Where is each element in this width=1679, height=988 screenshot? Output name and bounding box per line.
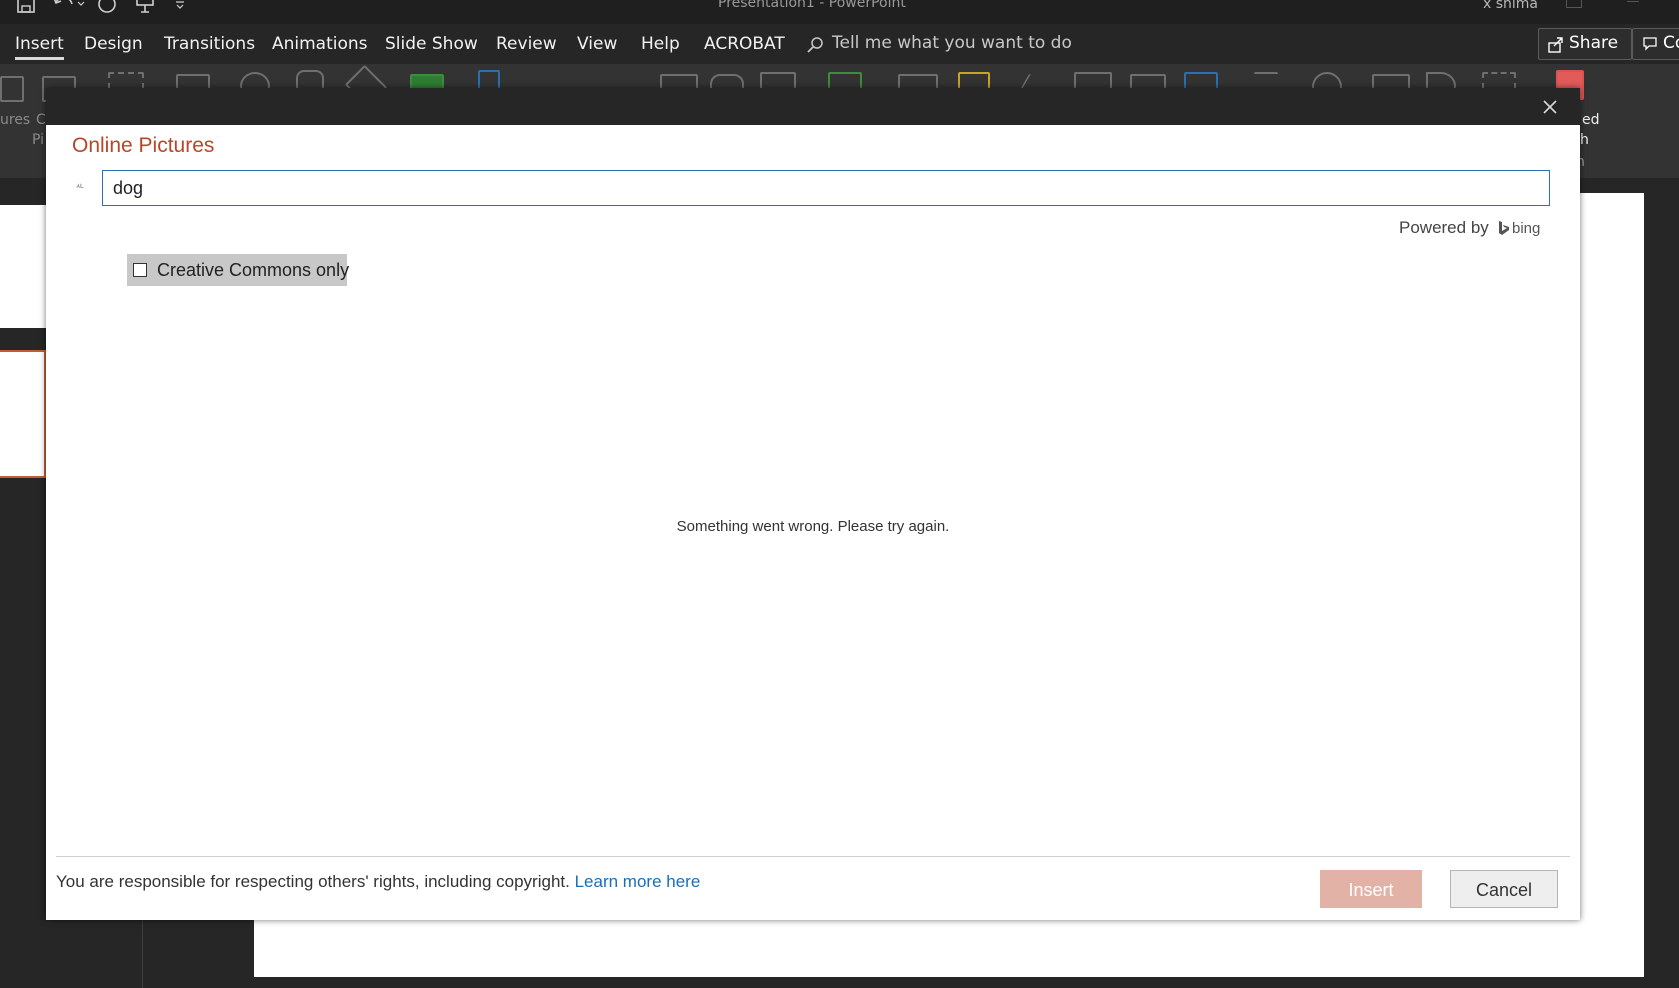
present-from-start-icon[interactable]	[134, 0, 156, 14]
tab-animations[interactable]: Animations	[272, 34, 368, 54]
bing-icon	[1499, 221, 1509, 235]
tab-insert[interactable]: Insert	[15, 34, 64, 60]
slide-thumbnail-selected[interactable]	[0, 350, 46, 478]
insert-button[interactable]: Insert	[1320, 870, 1422, 908]
tab-design[interactable]: Design	[84, 34, 143, 54]
tab-help[interactable]: Help	[641, 34, 680, 54]
dialog-title: Online Pictures	[72, 134, 215, 157]
share-icon	[1548, 37, 1563, 53]
copyright-notice: You are responsible for respecting other…	[56, 872, 700, 892]
customize-toolbar-icon[interactable]	[174, 0, 186, 10]
comments-label: Co	[1663, 33, 1679, 53]
cancel-button[interactable]: Cancel	[1450, 870, 1558, 908]
search-input[interactable]	[102, 170, 1550, 206]
close-icon[interactable]	[1540, 97, 1560, 117]
tab-acrobat[interactable]: ACROBAT	[704, 34, 785, 54]
comments-button[interactable]: Co	[1632, 28, 1679, 60]
user-name[interactable]: x shima	[1483, 0, 1538, 12]
minimize-window-icon[interactable]	[1627, 1, 1639, 2]
ribbon-partial-label: ures	[0, 112, 31, 128]
online-pictures-dialog: Online Pictures ᄮ Powered by bing Creati…	[46, 88, 1580, 920]
redo-icon[interactable]	[96, 0, 118, 14]
restore-window-icon[interactable]	[1566, 0, 1582, 8]
lightbulb-search-icon	[807, 37, 823, 53]
ribbon-partial-label: C	[36, 112, 46, 128]
window-title: Presentation1 - PowerPoint	[718, 0, 906, 11]
copyright-text: You are responsible for respecting other…	[56, 872, 570, 891]
creative-commons-filter[interactable]: Creative Commons only	[127, 254, 350, 286]
footer-divider	[56, 856, 1570, 857]
search-icon: ᄮ	[75, 182, 86, 195]
powered-by-label: Powered by	[1399, 218, 1489, 237]
tell-me-label: Tell me what you want to do	[832, 33, 1072, 53]
tab-transitions[interactable]: Transitions	[164, 34, 255, 54]
share-button[interactable]: Share	[1538, 28, 1632, 60]
ribbon-tabs: Insert Design Transitions Animations Sli…	[0, 24, 1679, 64]
pictures-icon[interactable]	[0, 76, 24, 102]
slide-thumbnail[interactable]	[0, 205, 46, 328]
dialog-header	[46, 88, 1580, 125]
ribbon-partial-label: h	[1580, 132, 1589, 148]
creative-commons-checkbox[interactable]	[133, 263, 147, 277]
tab-review[interactable]: Review	[496, 34, 557, 54]
tab-slide-show[interactable]: Slide Show	[385, 34, 478, 54]
ribbon-partial-label: Pi	[32, 132, 45, 148]
title-bar: Presentation1 - PowerPoint x shima	[0, 0, 1679, 24]
bing-logo: bing	[1498, 220, 1540, 237]
learn-more-link[interactable]: Learn more here	[575, 872, 701, 891]
tab-view[interactable]: View	[577, 34, 617, 54]
comment-icon	[1643, 37, 1657, 51]
error-message: Something went wrong. Please try again.	[676, 518, 950, 535]
bing-label: bing	[1512, 220, 1541, 237]
creative-commons-label: Creative Commons only	[157, 260, 350, 280]
save-icon[interactable]	[16, 0, 36, 14]
ribbon-partial-label: ed	[1582, 112, 1600, 128]
share-label: Share	[1569, 33, 1619, 53]
undo-icon[interactable]	[52, 0, 86, 14]
